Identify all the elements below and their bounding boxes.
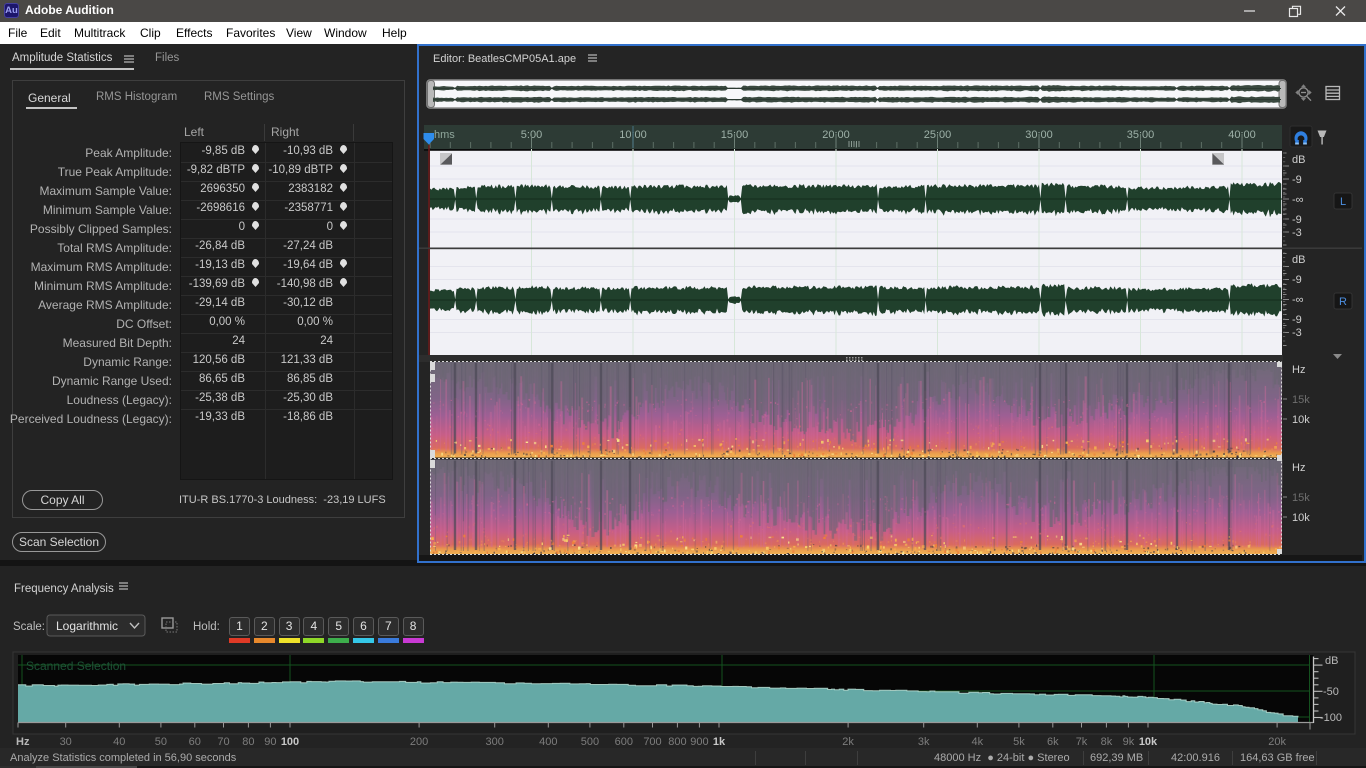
svg-text:2k: 2k: [842, 736, 854, 748]
svg-text:70: 70: [217, 736, 229, 748]
svg-text:Editor: BeatlesCMP05A1.ape: Editor: BeatlesCMP05A1.ape: [433, 53, 576, 65]
svg-text:7k: 7k: [1076, 736, 1088, 748]
svg-text:-9: -9: [1292, 214, 1302, 226]
svg-text:10k: 10k: [1292, 414, 1310, 426]
svg-text:dB: dB: [1292, 154, 1305, 166]
svg-text:10k: 10k: [1139, 736, 1158, 748]
svg-text:5k: 5k: [1013, 736, 1025, 748]
svg-text:40: 40: [113, 736, 125, 748]
svg-text:-9: -9: [1292, 174, 1302, 186]
svg-text:10k: 10k: [1292, 512, 1310, 524]
svg-text:8k: 8k: [1101, 736, 1113, 748]
svg-text:-9: -9: [1292, 274, 1302, 286]
svg-text:Hz: Hz: [1292, 364, 1305, 376]
svg-text:80: 80: [242, 736, 254, 748]
svg-text:15k: 15k: [1292, 492, 1310, 504]
svg-text:1k: 1k: [713, 736, 726, 748]
svg-text:dB: dB: [1325, 655, 1338, 667]
svg-text:9k: 9k: [1123, 736, 1135, 748]
svg-text:-∞: -∞: [1292, 294, 1304, 306]
svg-text:20k: 20k: [1268, 736, 1286, 748]
svg-text:-3: -3: [1292, 227, 1302, 239]
svg-text:Logarithmic: Logarithmic: [56, 619, 118, 633]
svg-text:200: 200: [410, 736, 428, 748]
svg-text:Hold:: Hold:: [193, 621, 220, 633]
svg-text:Scale:: Scale:: [13, 621, 45, 633]
svg-text:15k: 15k: [1292, 394, 1310, 406]
svg-text:6k: 6k: [1047, 736, 1059, 748]
svg-text:hms: hms: [434, 129, 455, 141]
svg-text:dB: dB: [1292, 254, 1305, 266]
svg-text:Hz: Hz: [1292, 462, 1305, 474]
svg-text:Frequency Analysis: Frequency Analysis: [14, 583, 114, 595]
svg-text:-50: -50: [1323, 686, 1339, 698]
svg-text:30: 30: [60, 736, 72, 748]
svg-text:300: 300: [486, 736, 504, 748]
svg-text:700: 700: [643, 736, 661, 748]
svg-text:400: 400: [539, 736, 557, 748]
svg-text:100: 100: [281, 736, 299, 748]
svg-text:600: 600: [615, 736, 633, 748]
svg-text:60: 60: [189, 736, 201, 748]
svg-text:800: 800: [668, 736, 686, 748]
svg-text:L: L: [1340, 196, 1346, 208]
svg-text:Hz: Hz: [16, 736, 30, 748]
svg-text:R: R: [1339, 296, 1347, 308]
svg-text:50: 50: [155, 736, 167, 748]
svg-text:-100: -100: [1320, 712, 1342, 724]
svg-text:900: 900: [690, 736, 708, 748]
svg-text:4k: 4k: [971, 736, 983, 748]
svg-text:-∞: -∞: [1292, 194, 1304, 206]
svg-text:Scanned Selection: Scanned Selection: [26, 659, 126, 673]
svg-text:500: 500: [581, 736, 599, 748]
svg-text:3k: 3k: [918, 736, 930, 748]
svg-text:-3: -3: [1292, 327, 1302, 339]
svg-text:-9: -9: [1292, 314, 1302, 326]
svg-text:90: 90: [264, 736, 276, 748]
